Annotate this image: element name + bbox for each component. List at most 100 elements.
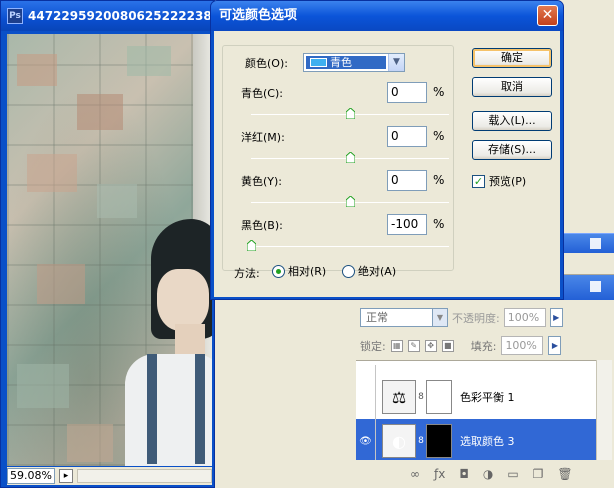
fx-icon[interactable]: ƒx: [434, 467, 445, 481]
cyan-swatch: [310, 58, 327, 67]
close-icon[interactable]: ✕: [537, 5, 558, 26]
image-canvas[interactable]: [7, 34, 212, 466]
black-label: 黑色(B):: [241, 219, 283, 232]
cyan-label: 青色(C):: [241, 87, 283, 100]
stone-tile: [17, 364, 69, 408]
opacity-arrow-icon[interactable]: ▶: [549, 308, 563, 327]
minimize-icon[interactable]: [590, 281, 601, 292]
layer-name: 选取颜色 3: [460, 435, 515, 448]
color-select[interactable]: 青色 ▼: [303, 53, 405, 72]
new-layer-icon[interactable]: ❐: [533, 467, 544, 481]
blend-mode-select[interactable]: 正常 ▼: [360, 308, 448, 327]
balance-icon: ⚖: [382, 380, 416, 414]
layers-scrollbar[interactable]: [596, 360, 612, 470]
magenta-value-field[interactable]: 0: [387, 126, 427, 147]
link-icon: 8: [418, 436, 424, 446]
document-title: 4472295920080625222238571: [28, 9, 214, 23]
percent-sign: %: [433, 217, 445, 231]
layer-row-partial[interactable]: [356, 365, 596, 375]
ok-button[interactable]: 确定: [472, 48, 552, 68]
zoom-field[interactable]: 59.08%: [7, 468, 55, 484]
percent-sign: %: [433, 85, 445, 99]
lock-all-icon[interactable]: ■: [441, 339, 454, 352]
stone-tile: [37, 264, 85, 304]
adjustment-layer-icon[interactable]: ◑: [483, 467, 493, 481]
cyan-slider-thumb[interactable]: [346, 108, 355, 119]
person-face: [157, 269, 209, 331]
checkmark-icon[interactable]: ✓: [472, 174, 485, 188]
save-button[interactable]: 存储(S)...: [472, 140, 552, 160]
opacity-field[interactable]: 100%: [503, 308, 546, 327]
radio-unselected[interactable]: [342, 264, 355, 278]
colors-group: 颜色(O): 青色 ▼ 青色(C): 0 % 洋红(M): 0 % 黄色(Y):…: [222, 45, 454, 271]
layer-mask-thumbnail[interactable]: [426, 380, 452, 414]
radio-selected[interactable]: [272, 264, 285, 278]
cyan-value-field[interactable]: 0: [387, 82, 427, 103]
document-titlebar[interactable]: Ps 4472295920080625222238571: [1, 1, 214, 31]
layer-row[interactable]: ⚖ 8 色彩平衡 1: [356, 375, 596, 419]
nav-arrow-icon[interactable]: ▸: [59, 469, 73, 483]
chevron-down-icon: ▼: [388, 54, 404, 71]
stone-tile: [127, 46, 171, 76]
stone-tile: [77, 94, 123, 130]
stone-tile: [97, 184, 137, 218]
absolute-label: 绝对(A): [358, 265, 397, 278]
chevron-down-icon: ▼: [432, 309, 447, 326]
link-icon: 8: [418, 392, 424, 402]
yellow-value-field[interactable]: 0: [387, 170, 427, 191]
black-slider-thumb[interactable]: [247, 240, 256, 251]
document-window: Ps 4472295920080625222238571 59.08% ▸: [0, 0, 215, 488]
dialog-title: 可选颜色选项: [219, 8, 298, 23]
yellow-slider-thumb[interactable]: [346, 196, 355, 207]
preview-checkbox[interactable]: ✓ 预览(P): [472, 173, 526, 189]
yellow-label: 黄色(Y):: [241, 175, 283, 188]
shirt-strap: [195, 354, 205, 464]
load-button[interactable]: 载入(L)...: [472, 111, 552, 131]
layer-row-selected[interactable]: 👁 ◐ 8 选取颜色 3: [356, 419, 596, 463]
dialog-titlebar[interactable]: 可选颜色选项 ✕: [211, 1, 563, 31]
stone-tile: [17, 54, 57, 86]
stone-tile: [27, 154, 77, 192]
lock-move-icon[interactable]: ✥: [424, 339, 437, 352]
black-value-field[interactable]: -100: [387, 214, 427, 235]
relative-label: 相对(R): [288, 265, 327, 278]
shirt-strap: [147, 354, 157, 464]
visibility-toggle[interactable]: [356, 375, 376, 419]
percent-sign: %: [433, 129, 445, 143]
black-slider-track[interactable]: [251, 246, 449, 247]
magenta-label: 洋红(M):: [241, 131, 285, 144]
layers-list: ⚖ 8 色彩平衡 1 👁 ◐ 8 选取颜色 3: [356, 360, 612, 470]
photoshop-icon: Ps: [7, 8, 23, 24]
eye-icon[interactable]: 👁: [356, 419, 376, 463]
dialog-body: 颜色(O): 青色 ▼ 青色(C): 0 % 洋红(M): 0 % 黄色(Y):…: [214, 31, 560, 297]
document-statusbar: 59.08% ▸: [7, 467, 212, 485]
stone-tile: [67, 424, 113, 462]
lock-paint-icon[interactable]: ✎: [407, 339, 420, 352]
cancel-button[interactable]: 取消: [472, 77, 552, 97]
layers-toolbar: ∞ ƒx ◘ ◑ ▭ ❐ 🗑: [356, 460, 614, 488]
link-layers-icon[interactable]: ∞: [410, 467, 420, 481]
color-value-text: 青色: [330, 56, 352, 69]
trash-icon[interactable]: 🗑: [557, 467, 572, 481]
fill-label: 填充:: [470, 339, 497, 353]
selective-color-dialog: 可选颜色选项 ✕ 颜色(O): 青色 ▼ 青色(C): 0 % 洋红(M): 0…: [210, 0, 564, 300]
minimize-icon[interactable]: [590, 238, 601, 249]
horizontal-scrollbar[interactable]: [77, 469, 212, 483]
method-relative[interactable]: 相对(R): [272, 263, 326, 279]
selective-color-icon: ◐: [382, 424, 416, 458]
layer-mask-thumbnail[interactable]: [426, 424, 452, 458]
magenta-slider-thumb[interactable]: [346, 152, 355, 163]
method-absolute[interactable]: 绝对(A): [342, 263, 396, 279]
folder-icon[interactable]: ▭: [507, 467, 518, 481]
layers-panel: 正常 ▼ 不透明度: 100% ▶ 锁定: ▦ ✎ ✥ ■ 填充: 100% ▶…: [356, 300, 614, 488]
method-label: 方法:: [234, 267, 260, 280]
fill-arrow-icon[interactable]: ▶: [548, 336, 562, 355]
percent-sign: %: [433, 173, 445, 187]
blend-mode-value: 正常: [366, 311, 388, 324]
color-label: 颜色(O):: [245, 57, 288, 70]
add-mask-icon[interactable]: ◘: [459, 467, 469, 481]
fill-field[interactable]: 100%: [501, 336, 544, 355]
lock-transparency-icon[interactable]: ▦: [390, 339, 403, 352]
layer-name: 色彩平衡 1: [460, 391, 515, 404]
lock-label: 锁定:: [360, 339, 386, 353]
